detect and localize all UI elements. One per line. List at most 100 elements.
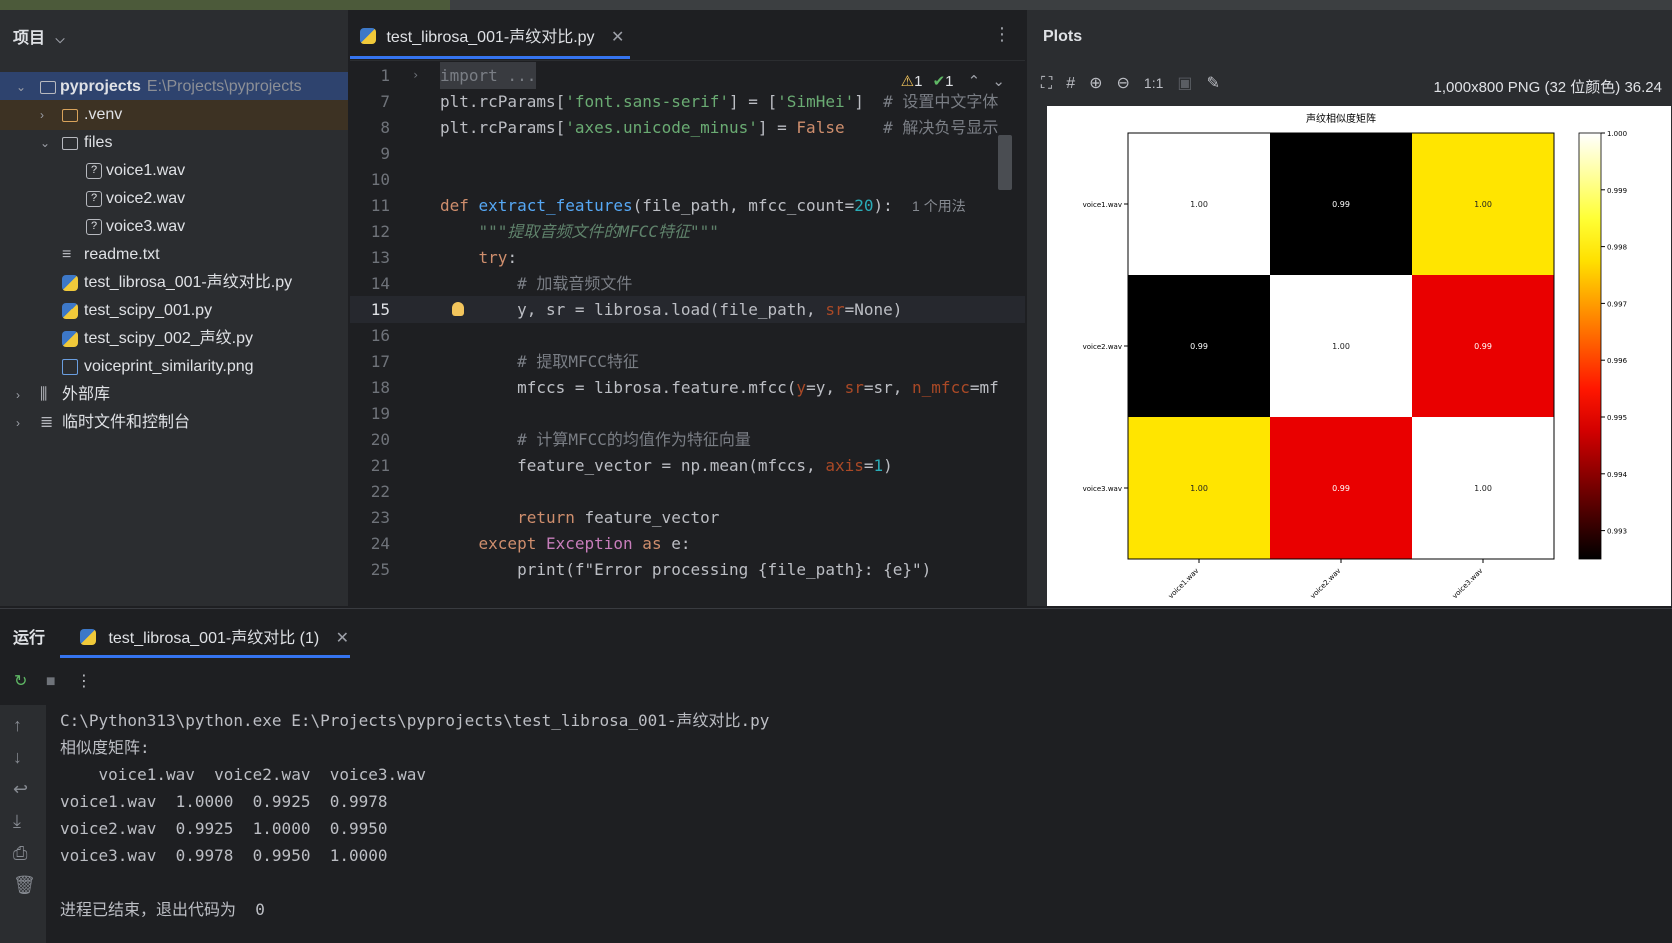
project-root-path: E:\Projects\pyprojects bbox=[146, 78, 302, 95]
scroll-to-end-icon[interactable]: ⤓ bbox=[13, 811, 21, 832]
colorbar bbox=[1578, 132, 1602, 560]
actual-size-button[interactable]: 1:1 bbox=[1144, 75, 1163, 91]
line-number: 8 bbox=[380, 118, 390, 137]
line-number: 1 bbox=[380, 66, 390, 85]
color-picker-icon[interactable]: ✎ bbox=[1207, 75, 1220, 92]
heatmap-cell-label: 0.99 bbox=[1332, 200, 1350, 209]
inspection-widget[interactable]: ⚠1 ✔1 ⌃ ⌄ bbox=[901, 72, 1005, 90]
heatmap-cell-label: 1.00 bbox=[1190, 484, 1208, 493]
run-tab[interactable]: test_librosa_001-声纹对比 (1) ✕ bbox=[80, 624, 349, 648]
fit-screen-icon[interactable]: ⛶ bbox=[1041, 75, 1052, 92]
tree-item-text: 临时文件和控制台 bbox=[62, 414, 191, 431]
line-number: 18 bbox=[370, 378, 390, 397]
warning-count: 1 bbox=[914, 73, 923, 90]
background-icon[interactable]: ▣ bbox=[1177, 75, 1192, 92]
colorbar-tick-label: 0.998 bbox=[1607, 244, 1627, 252]
soft-wrap-icon[interactable]: ↩ bbox=[13, 779, 28, 800]
more-vertical-icon[interactable]: ⋮ bbox=[76, 673, 92, 690]
code-area[interactable]: 1 › import ... 7 plt.rcParams['font.sans-se… bbox=[350, 62, 1025, 606]
print-icon[interactable]: ⎙ bbox=[13, 843, 27, 864]
x-tick-label: voice1.wav bbox=[1167, 567, 1200, 600]
unknown-file-icon: ? bbox=[86, 191, 102, 207]
chevron-down-icon[interactable]: ⌄ bbox=[40, 128, 54, 158]
tree-file-voice1[interactable]: ? voice1.wav bbox=[0, 156, 348, 186]
colorbar-tick-label: 0.995 bbox=[1607, 414, 1627, 422]
check-icon: ✔ bbox=[932, 73, 946, 90]
code-line-11: def extract_features(file_path, mfcc_cou… bbox=[440, 196, 966, 215]
tree-file-readme[interactable]: ≡ readme.txt bbox=[0, 240, 348, 270]
tree-item-label: readme.txt bbox=[84, 240, 160, 270]
editor-scrollbar[interactable] bbox=[998, 135, 1012, 190]
usage-hint[interactable]: 1 个用法 bbox=[912, 198, 966, 214]
line-number: 16 bbox=[370, 326, 390, 345]
zoom-in-icon[interactable]: ⊕ bbox=[1089, 75, 1102, 92]
plots-title: Plots bbox=[1043, 28, 1083, 45]
y-tick-label: voice3.wav bbox=[1083, 485, 1122, 493]
code-line-15: y, sr = librosa.load(file_path, sr=None) bbox=[440, 300, 903, 319]
fold-chevron-icon[interactable]: › bbox=[412, 62, 419, 89]
close-icon[interactable]: ✕ bbox=[611, 29, 624, 46]
code-line-18: mfccs = librosa.feature.mfcc(y=y, sr=sr,… bbox=[440, 378, 999, 397]
tree-folder-venv[interactable]: › .venv bbox=[0, 100, 348, 130]
arrow-up-icon[interactable]: ↑ bbox=[13, 715, 22, 736]
ok-count: 1 bbox=[945, 73, 954, 90]
colorbar-tick-label: 1.000 bbox=[1607, 130, 1627, 138]
tab-test-librosa[interactable]: test_librosa_001-声纹对比.py ✕ bbox=[360, 24, 624, 52]
chevron-down-icon: ⌵ bbox=[55, 32, 65, 46]
line-number: 22 bbox=[370, 482, 390, 501]
x-tick-label: voice2.wav bbox=[1309, 567, 1342, 600]
code-line-7: plt.rcParams['font.sans-serif'] = ['SimH… bbox=[440, 92, 999, 111]
colorbar-tick-label: 0.993 bbox=[1607, 528, 1627, 536]
line-number: 10 bbox=[370, 170, 390, 189]
chevron-down-icon[interactable]: ⌄ bbox=[992, 73, 1005, 90]
more-vertical-icon[interactable]: ⋮ bbox=[993, 24, 1011, 45]
tree-file-voice3[interactable]: ? voice3.wav bbox=[0, 212, 348, 242]
tree-item-text: readme.txt bbox=[84, 246, 160, 263]
rerun-icon[interactable]: ↻ bbox=[14, 673, 27, 690]
chevron-right-icon[interactable]: › bbox=[16, 408, 30, 438]
code-line-13: try: bbox=[440, 248, 518, 267]
console-line: 相似度矩阵: bbox=[60, 738, 150, 757]
heatmap-cell-label: 0.99 bbox=[1332, 484, 1350, 493]
tree-file-voice2[interactable]: ? voice2.wav bbox=[0, 184, 348, 214]
colorbar-tick-label: 0.997 bbox=[1607, 300, 1627, 308]
chevron-right-icon[interactable]: › bbox=[16, 380, 30, 410]
tree-item-label: voice1.wav bbox=[106, 156, 185, 186]
tree-file-test-scipy-002[interactable]: test_scipy_002_声纹.py bbox=[0, 324, 348, 354]
trash-icon[interactable]: 🗑 bbox=[13, 875, 36, 896]
tree-root-pyprojects[interactable]: ⌄ pyprojects E:\Projects\pyprojects bbox=[0, 72, 348, 102]
heatmap-title: 声纹相似度矩阵 bbox=[1306, 112, 1376, 125]
python-file-icon bbox=[360, 28, 376, 44]
tree-item-text: voice1.wav bbox=[106, 162, 186, 179]
heatmap-cell-label: 1.00 bbox=[1190, 200, 1208, 209]
y-tick-label: voice2.wav bbox=[1083, 343, 1122, 351]
tree-file-voiceprint-png[interactable]: voiceprint_similarity.png bbox=[0, 352, 348, 382]
chevron-up-icon[interactable]: ⌃ bbox=[968, 73, 981, 90]
chevron-right-icon[interactable]: › bbox=[40, 100, 54, 130]
project-panel-header[interactable]: 项目 ⌵ bbox=[13, 24, 65, 50]
editor-tab-bar: test_librosa_001-声纹对比.py ✕ ⋮ bbox=[350, 10, 1025, 61]
project-panel: 项目 ⌵ ⌄ pyprojects E:\Projects\pyprojects ›.… bbox=[0, 10, 348, 606]
tree-external-libraries[interactable]: › ⫼ 外部库 bbox=[0, 380, 348, 410]
console-line: voice3.wav 0.9978 0.9950 1.0000 bbox=[60, 846, 388, 865]
close-icon[interactable]: ✕ bbox=[336, 630, 349, 647]
chevron-down-icon[interactable]: ⌄ bbox=[16, 72, 30, 102]
heatmap-cell-label: 0.99 bbox=[1474, 342, 1492, 351]
arrow-down-icon[interactable]: ↓ bbox=[13, 747, 22, 768]
tab-active-indicator bbox=[350, 56, 630, 59]
run-tab-label: test_librosa_001-声纹对比 (1) bbox=[108, 630, 320, 647]
warning-icon: ⚠ bbox=[900, 73, 915, 90]
tree-file-test-librosa[interactable]: test_librosa_001-声纹对比.py bbox=[0, 268, 348, 298]
zoom-out-icon[interactable]: ⊖ bbox=[1117, 75, 1130, 92]
tree-item-text: test_scipy_002_声纹.py bbox=[84, 330, 253, 347]
grid-icon[interactable]: # bbox=[1066, 75, 1075, 92]
python-file-icon bbox=[62, 275, 78, 291]
folder-icon bbox=[62, 137, 78, 150]
run-panel-title: 运行 bbox=[13, 630, 46, 647]
tree-folder-files[interactable]: ⌄ files bbox=[0, 128, 348, 158]
line-number: 11 bbox=[370, 196, 390, 215]
tree-file-test-scipy-001[interactable]: test_scipy_001.py bbox=[0, 296, 348, 326]
stop-icon[interactable]: ■ bbox=[46, 673, 56, 690]
image-file-icon bbox=[62, 359, 78, 375]
tree-scratches-consoles[interactable]: › ≣ 临时文件和控制台 bbox=[0, 408, 348, 438]
